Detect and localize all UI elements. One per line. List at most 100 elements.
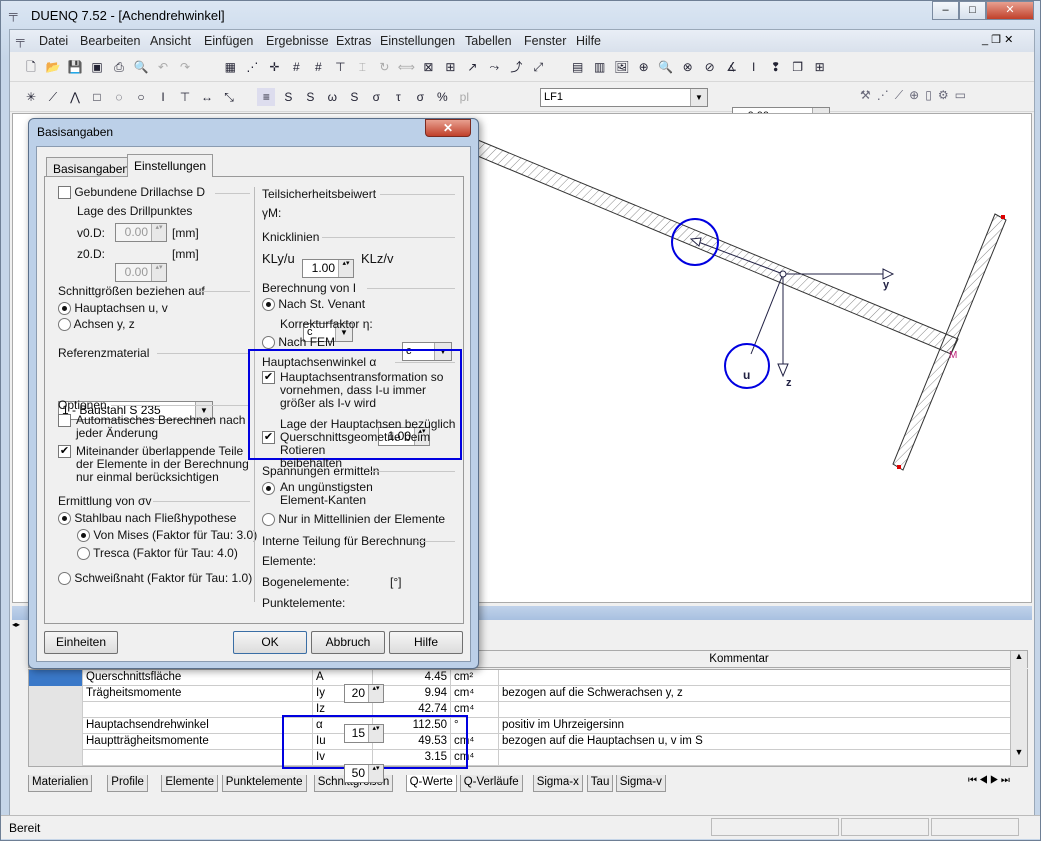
abbruch-button[interactable]: Abbruch — [311, 631, 385, 654]
punkt-input[interactable]: 50 — [344, 764, 384, 783]
info-icon[interactable]: ❢ — [767, 58, 785, 76]
measure-icon[interactable]: ∡ — [723, 58, 741, 76]
window-tile-icon[interactable]: ⊞ — [811, 58, 829, 76]
tab-nav-arrows[interactable]: ⏮◀▶⏭ — [968, 775, 1012, 786]
minimize-button[interactable]: – — [932, 1, 959, 20]
point-icon[interactable]: ✳ — [22, 88, 40, 106]
sheet-tab[interactable]: Q-Werte — [405, 775, 457, 792]
venant-radio[interactable] — [262, 298, 275, 312]
profile-icon[interactable]: I — [154, 88, 172, 106]
zoom-out-icon[interactable]: ⊗ — [679, 58, 697, 76]
transformation-checkbox[interactable]: ✔ — [262, 371, 275, 384]
sheet-tab[interactable]: Profile — [107, 775, 148, 792]
delete-node-icon[interactable]: ⊠ — [419, 58, 437, 76]
tresca-radio[interactable] — [77, 547, 90, 561]
sheet-tab[interactable]: Materialien — [28, 775, 93, 792]
element-flange[interactable] — [892, 213, 1007, 471]
ok-button[interactable]: OK — [233, 631, 307, 654]
arc-icon[interactable]: ◌ — [110, 88, 128, 106]
table-row[interactable]: Trägheitsmomente Iy 9.94 cm⁴ bezogen auf die… — [29, 686, 1011, 702]
table-row[interactable]: Iz 42.74 cm⁴ — [29, 702, 1011, 718]
loadcase-select[interactable]: LF1 — [540, 88, 708, 107]
table-row[interactable]: Iv 3.15 cm⁴ — [29, 750, 1011, 766]
rotate-icon[interactable]: ↻ — [375, 58, 393, 76]
z0d-input[interactable]: 0.00 — [115, 263, 167, 282]
crosshair-icon[interactable]: ✛ — [265, 58, 283, 76]
grid-icon[interactable]: ▦ — [221, 58, 239, 76]
table-row[interactable]: Querschnittsfläche A 4.45 cm² — [29, 670, 1011, 686]
section-icon[interactable]: I — [745, 58, 763, 76]
undo-icon[interactable]: ↶ — [154, 58, 172, 76]
row-header[interactable] — [29, 750, 83, 766]
angle-icon[interactable]: ⊤ — [176, 88, 194, 106]
elemente-input[interactable]: 20 — [344, 684, 384, 703]
save-icon[interactable]: 💾 — [66, 58, 84, 76]
menu-extras[interactable]: Extras — [336, 34, 371, 48]
table-view-icon[interactable]: ▥ — [591, 58, 609, 76]
sigma-v-icon[interactable]: σ — [411, 88, 429, 106]
sheet-tab[interactable]: Q-Verläufe — [459, 775, 523, 792]
row-header[interactable] — [29, 702, 83, 718]
mdi-minimize-button[interactable]: _ ❐ ✕ — [982, 33, 1013, 46]
v0d-input[interactable]: 0.00 — [115, 223, 167, 242]
table-scrollbar[interactable]: ▲ ▼ — [1010, 651, 1027, 766]
row-header[interactable] — [29, 718, 83, 734]
window-cascade-icon[interactable]: ❐ — [789, 58, 807, 76]
trim-icon[interactable]: ⤳ — [485, 58, 503, 76]
dimension-x-icon[interactable]: ↔ — [198, 88, 216, 106]
table-row[interactable]: Hauptträgheitsmomente Iu 49.53 cm⁴ bezogen a… — [29, 734, 1011, 750]
stahlbau-radio[interactable] — [58, 512, 71, 526]
row-header[interactable] — [29, 686, 83, 702]
su-icon[interactable]: S — [279, 88, 297, 106]
ratio-icon[interactable]: % — [433, 88, 451, 106]
rectangle-icon[interactable]: □ — [88, 88, 106, 106]
menu-bearbeiten[interactable]: Bearbeiten — [80, 34, 140, 48]
hilfe-button[interactable]: Hilfe — [389, 631, 463, 654]
tau-icon[interactable]: τ — [389, 88, 407, 106]
zoom-in-icon[interactable]: 🔍 — [657, 58, 675, 76]
fem-radio[interactable] — [262, 336, 275, 350]
split-icon[interactable]: ⤴ — [507, 58, 525, 76]
polyline-icon[interactable]: ⋀ — [66, 88, 84, 106]
image-icon[interactable]: 🖼 — [613, 58, 631, 76]
section-values-icon[interactable]: ≡ — [257, 88, 276, 106]
sheet-tab[interactable]: Sigma-x — [532, 775, 583, 792]
drillachse-checkbox[interactable] — [58, 186, 71, 200]
menu-fenster[interactable]: Fenster — [524, 34, 566, 48]
somega-icon[interactable]: S — [345, 88, 363, 106]
kanten-radio[interactable] — [262, 482, 275, 496]
sheet-tab[interactable]: Sigma-v — [615, 775, 666, 792]
line-icon[interactable]: ⟋ — [44, 88, 62, 106]
sigma-x-icon[interactable]: σ — [367, 88, 385, 106]
print-icon[interactable]: ⎙ — [110, 58, 128, 76]
element-web[interactable] — [467, 137, 959, 355]
print-preview-icon[interactable]: 🔍 — [132, 58, 150, 76]
mirror-icon[interactable]: ⟺ — [397, 58, 415, 76]
redo-icon[interactable]: ↷ — [176, 58, 194, 76]
menu-einfuegen[interactable]: Einfügen — [204, 34, 253, 48]
row-header[interactable] — [29, 734, 83, 750]
menu-datei[interactable]: Datei — [39, 34, 68, 48]
tab-basisangaben[interactable]: Basisangaben — [46, 157, 137, 178]
sheet-tab[interactable]: Tau — [586, 775, 614, 792]
lage-checkbox[interactable]: ✔ — [262, 431, 275, 444]
open-icon[interactable]: 📂 — [44, 58, 62, 76]
misc-tools-icon[interactable]: ⚒⋰⟋⊕▯⚙▭ — [860, 88, 972, 103]
circle-icon[interactable]: ○ — [132, 88, 150, 106]
plastic-icon[interactable]: pl — [455, 88, 473, 106]
table-row[interactable]: Hauptachsendrehwinkel α 112.50 ° positiv im … — [29, 718, 1011, 734]
overlap-checkbox[interactable]: ✔ — [58, 445, 71, 458]
grid-double-icon[interactable]: # — [309, 58, 327, 76]
grid-half-icon[interactable]: # — [287, 58, 305, 76]
sheet-tab[interactable]: Punktelemente — [221, 775, 307, 792]
extend-icon[interactable]: ↗ — [463, 58, 481, 76]
dimension-icon[interactable]: ⌶ — [353, 58, 371, 76]
hauptachsen-radio[interactable] — [58, 302, 71, 316]
von-mises-radio[interactable] — [77, 529, 90, 543]
snap-icon[interactable]: ⊤ — [331, 58, 349, 76]
zoom-all-icon[interactable]: ⊕ — [635, 58, 653, 76]
gamma-m-input[interactable]: 1.00 — [302, 259, 354, 278]
connect-icon[interactable]: ⊞ — [441, 58, 459, 76]
schweissnaht-radio[interactable] — [58, 572, 71, 586]
table-icon[interactable]: ▤ — [569, 58, 587, 76]
